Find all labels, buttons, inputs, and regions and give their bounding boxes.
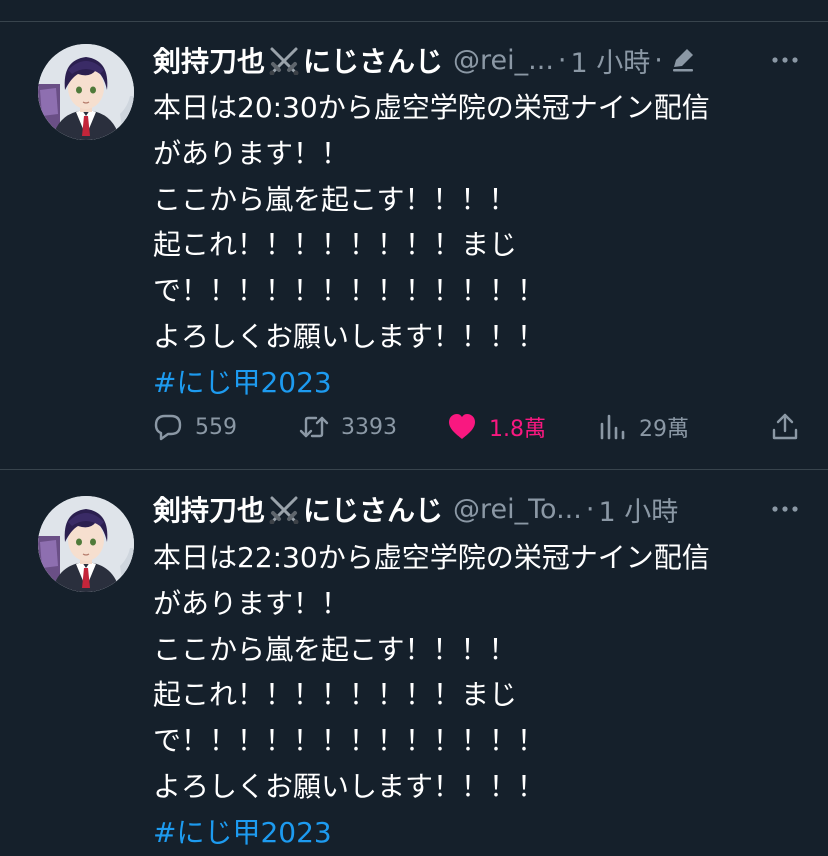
text-line: 本日は22:30から虚空学院の栄冠ナイン配信 xyxy=(153,541,710,574)
tweet-2[interactable]: 剣持刀也 にじさんじ @rei_To... · 1 小時 本日は22:30から虚… xyxy=(0,470,828,854)
text-line: で！！！！！！！！！！！！！ xyxy=(153,724,546,758)
avatar[interactable] xyxy=(38,496,134,592)
views-count: 29萬 xyxy=(639,417,689,442)
tweet-header: 剣持刀也 にじさんじ @rei_To... · 1 小時 xyxy=(153,489,800,529)
text-line: で！！！！！！！！！！！！！ xyxy=(153,274,546,308)
heart-icon xyxy=(449,414,475,439)
author-handle[interactable]: @rei_To... xyxy=(453,494,582,525)
tweet-actions: 559 3393 1.8萬 29萬 xyxy=(153,407,800,447)
separator-dot: · xyxy=(654,44,663,76)
views-button[interactable]: 29萬 xyxy=(597,407,689,447)
text-line: ここから嵐を起こす！！！！ xyxy=(153,632,517,666)
reply-count: 559 xyxy=(195,414,237,440)
more-horizontal-icon[interactable] xyxy=(770,497,800,521)
text-line: 起これ！！！！！！！！まじ xyxy=(153,228,518,262)
text-line: 本日は20:30から虚空学院の栄冠ナイン配信 xyxy=(153,91,710,124)
hashtag-link[interactable]: #にじ甲2023 xyxy=(153,810,800,856)
retweet-icon xyxy=(299,416,329,438)
text-line: ここから嵐を起こす！！！！ xyxy=(153,182,517,216)
tweet-time[interactable]: 1 小時 xyxy=(598,490,678,529)
author-handle[interactable]: @rei_... xyxy=(453,45,554,76)
crossed-swords-icon xyxy=(267,494,301,524)
tweet-header: 剣持刀也 にじさんじ @rei_... · 1 小時 · xyxy=(153,40,800,80)
tweet-text: 本日は22:30から虚空学院の栄冠ナイン配信 があります！！ ここから嵐を起こす… xyxy=(153,535,800,856)
tweet-1[interactable]: 剣持刀也 にじさんじ @rei_... · 1 小時 · 本日は20:30から虚… xyxy=(0,22,828,469)
like-button[interactable]: 1.8萬 xyxy=(447,407,546,447)
retweet-button[interactable]: 3393 xyxy=(299,407,397,447)
text-line: があります！！ xyxy=(153,136,350,170)
hashtag-link[interactable]: #にじ甲2023 xyxy=(153,360,800,406)
reply-button[interactable]: 559 xyxy=(153,407,237,447)
text-line: よろしくお願いします！！！！ xyxy=(153,769,546,803)
speech-bubble-icon xyxy=(154,414,182,441)
pencil-icon[interactable] xyxy=(669,46,697,74)
text-line: があります！！ xyxy=(153,586,350,620)
retweet-count: 3393 xyxy=(341,414,397,440)
tweet-text: 本日は20:30から虚空学院の栄冠ナイン配信 があります！！ ここから嵐を起こす… xyxy=(153,85,800,406)
share-button[interactable] xyxy=(770,407,800,447)
separator-dot: · xyxy=(585,493,595,525)
text-line: よろしくお願いします！！！！ xyxy=(153,319,546,353)
separator-dot: · xyxy=(557,44,567,76)
tweet-time[interactable]: 1 小時 xyxy=(571,41,651,80)
text-line: 起これ！！！！！！！！まじ xyxy=(153,678,518,712)
crossed-swords-icon xyxy=(267,45,301,75)
author-name[interactable]: 剣持刀也 にじさんじ xyxy=(153,40,443,80)
more-horizontal-icon[interactable] xyxy=(770,48,800,72)
like-count: 1.8萬 xyxy=(489,417,546,442)
avatar[interactable] xyxy=(38,44,134,140)
bar-chart-icon xyxy=(600,414,625,440)
share-upload-icon xyxy=(772,413,798,440)
author-name[interactable]: 剣持刀也 にじさんじ xyxy=(153,489,443,529)
